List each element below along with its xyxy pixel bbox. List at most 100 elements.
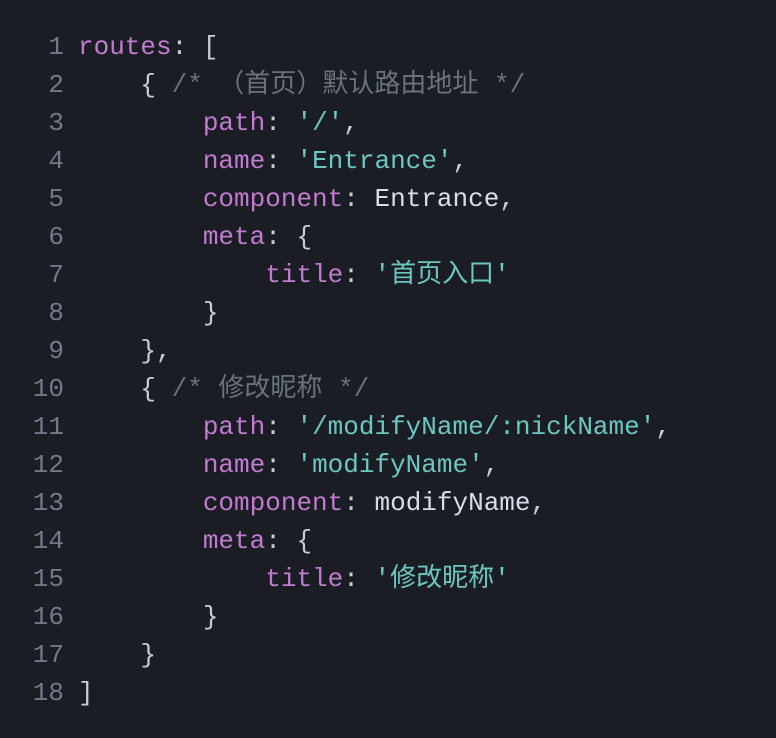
code-token: path: [203, 108, 265, 138]
code-line: 12 name: 'modifyName',: [0, 446, 776, 484]
line-content: }: [78, 294, 776, 332]
line-content: }: [78, 598, 776, 636]
line-content: meta: {: [78, 522, 776, 560]
code-token: /* 修改昵称 */: [172, 374, 370, 404]
code-token: Entrance: [374, 184, 499, 214]
code-token: path: [203, 412, 265, 442]
line-content: path: '/',: [78, 104, 776, 142]
code-token: ]: [78, 678, 94, 708]
code-token: ,: [499, 184, 515, 214]
code-token: :: [265, 108, 296, 138]
line-number: 6: [0, 218, 78, 256]
code-token: }: [78, 298, 218, 328]
line-number: 2: [0, 66, 78, 104]
code-line: 17 }: [0, 636, 776, 674]
line-content: routes: [: [78, 28, 776, 66]
line-number: 15: [0, 560, 78, 598]
code-token: }: [78, 602, 218, 632]
code-line: 1routes: [: [0, 28, 776, 66]
code-line: 16 }: [0, 598, 776, 636]
code-token: '首页入口': [374, 260, 509, 290]
code-token: :: [343, 564, 374, 594]
code-token: '修改昵称': [374, 564, 509, 594]
line-number: 4: [0, 142, 78, 180]
line-content: },: [78, 332, 776, 370]
code-token: [78, 564, 265, 594]
code-token: ,: [343, 108, 359, 138]
line-number: 9: [0, 332, 78, 370]
code-line: 10 { /* 修改昵称 */: [0, 370, 776, 408]
code-token: ,: [484, 450, 500, 480]
code-line: 9 },: [0, 332, 776, 370]
line-content: meta: {: [78, 218, 776, 256]
code-token: [78, 146, 203, 176]
code-token: [78, 184, 203, 214]
line-content: component: modifyName,: [78, 484, 776, 522]
code-token: :: [265, 450, 296, 480]
code-token: [78, 222, 203, 252]
code-token: : {: [265, 222, 312, 252]
code-token: 'Entrance': [296, 146, 452, 176]
line-content: { /* （首页）默认路由地址 */: [78, 66, 776, 104]
code-token: :: [343, 260, 374, 290]
code-token: : [: [172, 32, 219, 62]
line-number: 13: [0, 484, 78, 522]
line-content: }: [78, 636, 776, 674]
line-content: path: '/modifyName/:nickName',: [78, 408, 776, 446]
code-token: ,: [531, 488, 547, 518]
code-token: ,: [655, 412, 671, 442]
code-token: component: [203, 184, 343, 214]
line-content: name: 'modifyName',: [78, 446, 776, 484]
code-token: [78, 450, 203, 480]
code-token: :: [265, 146, 296, 176]
code-token: :: [343, 488, 374, 518]
code-token: name: [203, 146, 265, 176]
line-number: 11: [0, 408, 78, 446]
code-token: [78, 108, 203, 138]
code-token: routes: [78, 32, 172, 62]
line-number: 17: [0, 636, 78, 674]
line-number: 3: [0, 104, 78, 142]
line-content: title: '修改昵称': [78, 560, 776, 598]
line-number: 14: [0, 522, 78, 560]
code-line: 11 path: '/modifyName/:nickName',: [0, 408, 776, 446]
code-line: 4 name: 'Entrance',: [0, 142, 776, 180]
code-line: 2 { /* （首页）默认路由地址 */: [0, 66, 776, 104]
code-line: 15 title: '修改昵称': [0, 560, 776, 598]
code-line: 7 title: '首页入口': [0, 256, 776, 294]
code-token: modifyName: [374, 488, 530, 518]
code-token: name: [203, 450, 265, 480]
line-content: name: 'Entrance',: [78, 142, 776, 180]
code-token: [78, 488, 203, 518]
line-number: 8: [0, 294, 78, 332]
code-token: :: [265, 412, 296, 442]
line-number: 1: [0, 28, 78, 66]
code-token: }: [78, 640, 156, 670]
line-number: 16: [0, 598, 78, 636]
line-number: 5: [0, 180, 78, 218]
code-token: ,: [453, 146, 469, 176]
code-token: {: [78, 70, 172, 100]
code-token: title: [265, 564, 343, 594]
line-content: { /* 修改昵称 */: [78, 370, 776, 408]
code-token: },: [78, 336, 172, 366]
code-token: [78, 260, 265, 290]
code-token: :: [343, 184, 374, 214]
code-token: '/': [296, 108, 343, 138]
code-token: meta: [203, 222, 265, 252]
code-line: 5 component: Entrance,: [0, 180, 776, 218]
line-number: 12: [0, 446, 78, 484]
code-token: /* （首页）默认路由地址 */: [172, 70, 526, 100]
code-line: 14 meta: {: [0, 522, 776, 560]
line-number: 10: [0, 370, 78, 408]
code-line: 18]: [0, 674, 776, 712]
code-token: component: [203, 488, 343, 518]
code-line: 8 }: [0, 294, 776, 332]
code-token: [78, 412, 203, 442]
code-token: title: [265, 260, 343, 290]
code-editor: 1routes: [2 { /* （首页）默认路由地址 */3 path: '/…: [0, 0, 776, 738]
code-token: 'modifyName': [296, 450, 483, 480]
code-line: 3 path: '/',: [0, 104, 776, 142]
line-number: 7: [0, 256, 78, 294]
line-content: title: '首页入口': [78, 256, 776, 294]
